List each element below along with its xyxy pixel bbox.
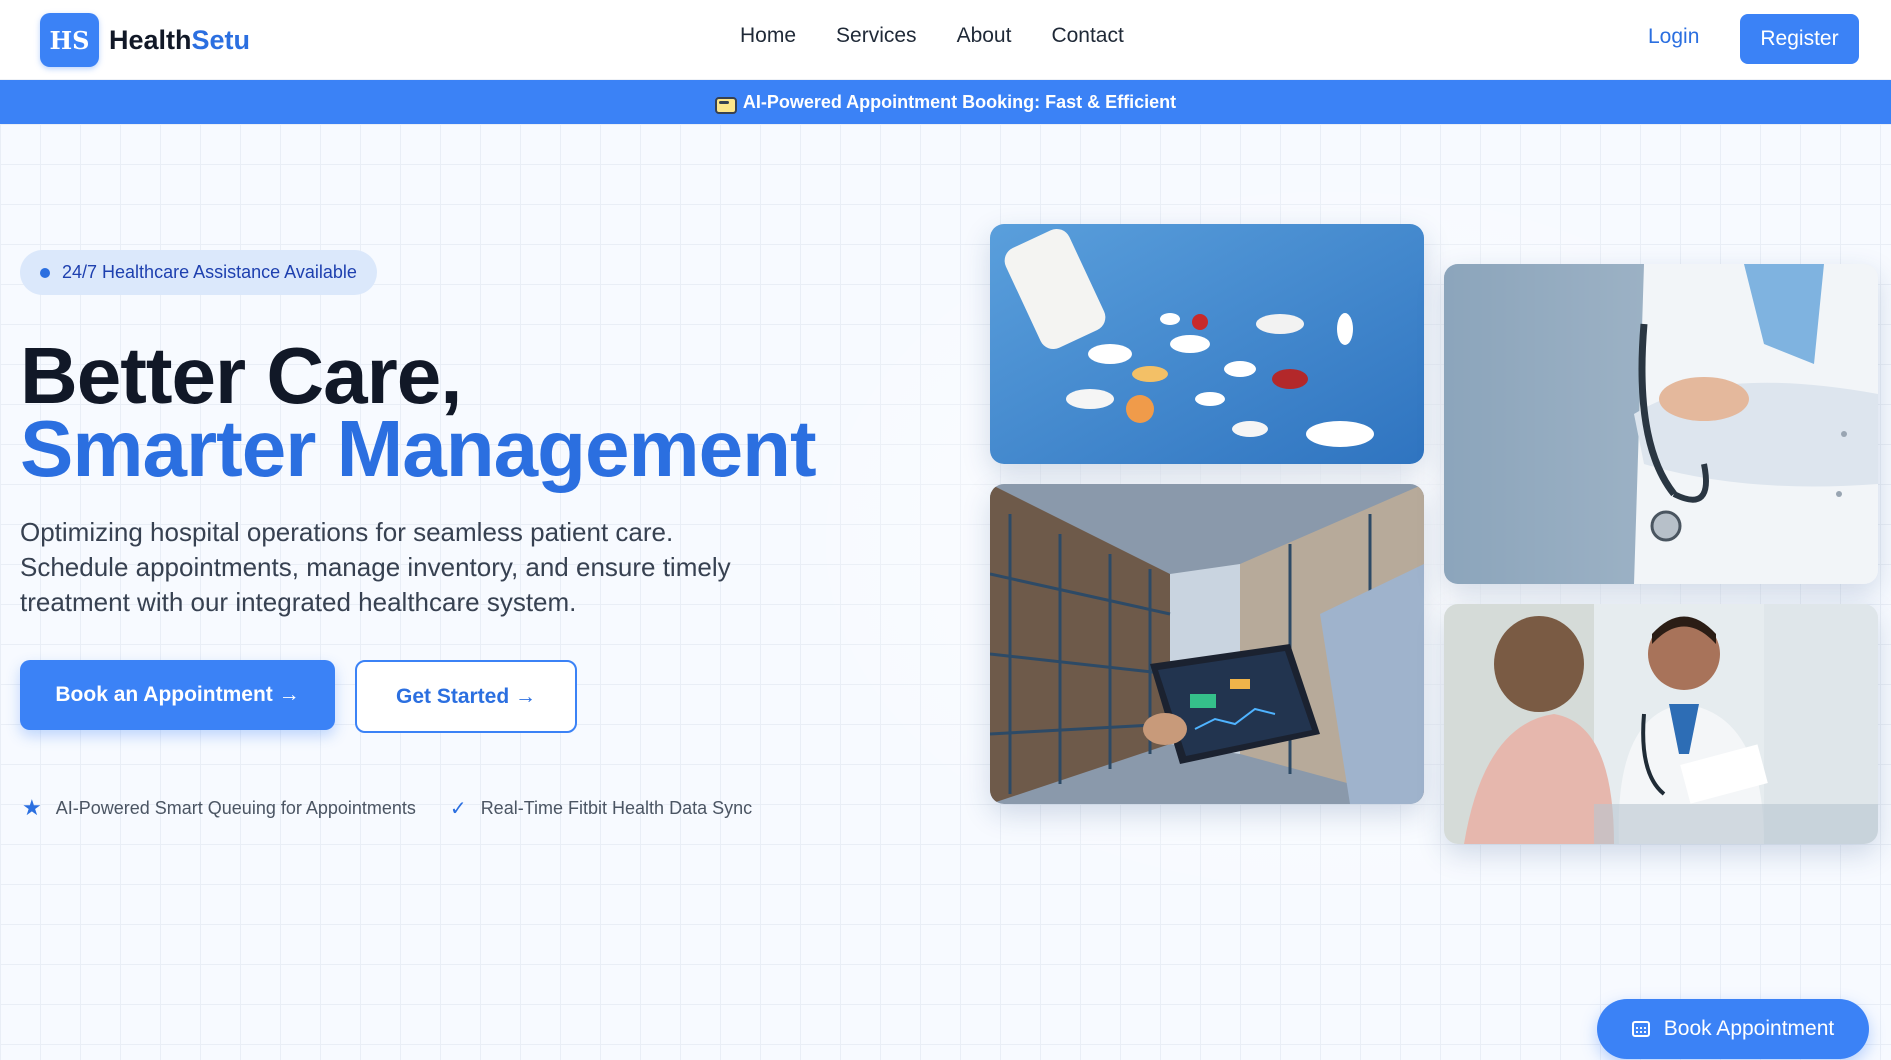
brand-name-accent: Setu: [191, 24, 251, 55]
nav-services[interactable]: Services: [836, 24, 917, 48]
hero-description: Optimizing hospital operations for seaml…: [20, 517, 731, 617]
doctor-patient-consultation-image: [1444, 604, 1878, 844]
brand-logo[interactable]: HS HealthSetu: [40, 13, 250, 67]
brand-name-main: Health: [109, 24, 192, 55]
doctor-stethoscope-image: [1444, 264, 1878, 584]
feature-list: ★ AI-Powered Smart Queuing for Appointme…: [22, 795, 752, 821]
pills-image: [990, 224, 1424, 464]
banner-text: AI-Powered Appointment Booking: Fast & E…: [742, 91, 1177, 112]
nav-home[interactable]: Home: [740, 24, 796, 48]
login-link[interactable]: Login: [1648, 25, 1699, 49]
calendar-icon: [1631, 1021, 1650, 1037]
floating-button-label: Book Appointment: [1663, 1017, 1835, 1040]
robot-icon: [714, 94, 737, 114]
availability-badge-text: 24/7 Healthcare Assistance Available: [62, 262, 357, 282]
feature-text: Real-Time Fitbit Health Data Sync: [480, 797, 753, 818]
book-appointment-button[interactable]: Book an Appointment →: [20, 660, 335, 730]
hero-headline-line2: Smarter Management: [20, 404, 817, 493]
feature-text: AI-Powered Smart Queuing for Appointment…: [55, 797, 416, 818]
main-nav: Home Services About Contact: [740, 24, 1164, 48]
feature-item: ★ AI-Powered Smart Queuing for Appointme…: [22, 795, 416, 821]
announcement-banner: AI-Powered Appointment Booking: Fast & E…: [0, 80, 1891, 124]
nav-contact[interactable]: Contact: [1051, 24, 1123, 48]
status-dot-icon: [40, 267, 50, 278]
register-button[interactable]: Register: [1740, 14, 1859, 64]
feature-item: ✓ Real-Time Fitbit Health Data Sync: [450, 795, 752, 821]
brand-name: HealthSetu: [109, 25, 250, 56]
availability-badge: 24/7 Healthcare Assistance Available: [20, 250, 377, 295]
nav-about[interactable]: About: [957, 24, 1012, 48]
star-icon: ★: [22, 795, 42, 820]
get-started-button[interactable]: Get Started →: [355, 660, 577, 733]
floating-book-appointment-button[interactable]: Book Appointment: [1597, 999, 1869, 1059]
warehouse-tablet-image: [990, 484, 1424, 804]
top-navbar: HS HealthSetu Home Services About Contac…: [0, 0, 1891, 80]
check-icon: ✓: [449, 797, 467, 820]
logo-badge: HS: [40, 13, 99, 67]
